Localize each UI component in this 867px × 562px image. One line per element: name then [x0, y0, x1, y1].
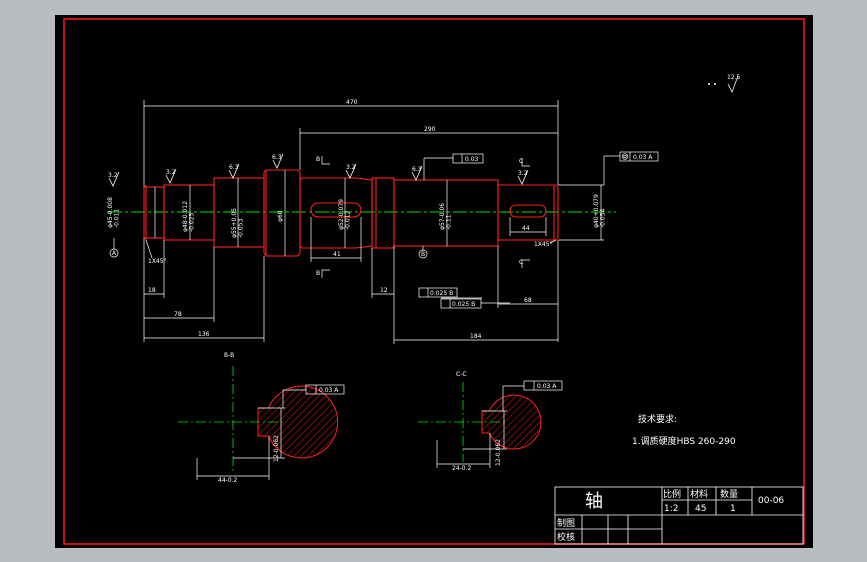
scale-value: 1:2 — [664, 504, 678, 514]
ra-other-dot-1 — [708, 83, 710, 85]
dim-136: 136 — [198, 331, 210, 338]
dim-78: 78 — [174, 311, 182, 318]
tech-requirements-title: 技术要求: — [638, 413, 677, 425]
section-c-depth: 12-0.062 — [495, 439, 502, 466]
gdt-f1: 0.025 B — [430, 290, 453, 297]
tech-requirements-note: 1.调质硬度HBS 260-290 — [632, 435, 736, 447]
ra-4: 6.3 — [272, 154, 282, 161]
section-c-bottom: C — [519, 259, 523, 266]
material-value: 45 — [695, 504, 706, 514]
ra-5: 3.2 — [346, 164, 356, 171]
section-b-top: B — [316, 156, 320, 163]
gdt-runout-top: 0.03 — [465, 156, 479, 163]
section-b-width: 44-0.2 — [218, 477, 238, 484]
chamfer-left: 1X45° — [148, 258, 167, 265]
section-c-gdt: 0.03 A — [537, 383, 557, 390]
drawn-label: 制图 — [557, 517, 575, 529]
chamfer-right: 1X45° — [534, 241, 553, 248]
ra-1: 3.2 — [108, 172, 118, 179]
dim-44: 44 — [522, 225, 530, 232]
ra-7: 3.2 — [518, 170, 528, 177]
ra-3: 6.3 — [229, 164, 239, 171]
dim-470: 470 — [346, 99, 358, 106]
gdt-coax-right: 0.03 A — [633, 154, 653, 161]
dim-12: 12 — [380, 287, 388, 294]
drawing-canvas: φ45-0.008-0.011 φ48-0.012-0.025 φ55+0.05… — [55, 15, 813, 548]
quantity-value: 1 — [730, 504, 736, 514]
ra-other: 12.5 — [727, 74, 741, 81]
dim-18: 18 — [148, 287, 156, 294]
section-c-label: C-C — [456, 371, 467, 378]
section-b-bottom: B — [316, 270, 320, 277]
ra-other-dot-2 — [714, 83, 716, 85]
gdt-f2: 0.025 B — [452, 301, 475, 308]
checked-label: 校核 — [557, 531, 575, 543]
dim-184: 184 — [470, 333, 482, 340]
quantity-label: 数量 — [720, 488, 738, 500]
dia-60-label: φ60 — [277, 210, 284, 222]
section-b-gdt: 0.03 A — [319, 387, 339, 394]
dim-290: 290 — [424, 126, 436, 133]
drawing-number: 00-06 — [758, 496, 784, 506]
section-c-width: 24-0.2 — [452, 465, 472, 472]
ra-2: 3.2 — [166, 169, 176, 176]
section-c-top: C — [519, 158, 523, 165]
section-b-depth: 12-0.062 — [273, 435, 280, 462]
dim-68: 68 — [524, 297, 532, 304]
ra-6: 6.3 — [412, 166, 422, 173]
part-name: 轴 — [585, 491, 603, 512]
scale-label: 比例 — [663, 488, 681, 500]
section-b-label: B-B — [224, 352, 234, 359]
material-label: 材料 — [690, 488, 708, 500]
datum-b: B — [421, 251, 425, 258]
paper — [55, 15, 813, 548]
dim-41: 41 — [333, 251, 341, 258]
